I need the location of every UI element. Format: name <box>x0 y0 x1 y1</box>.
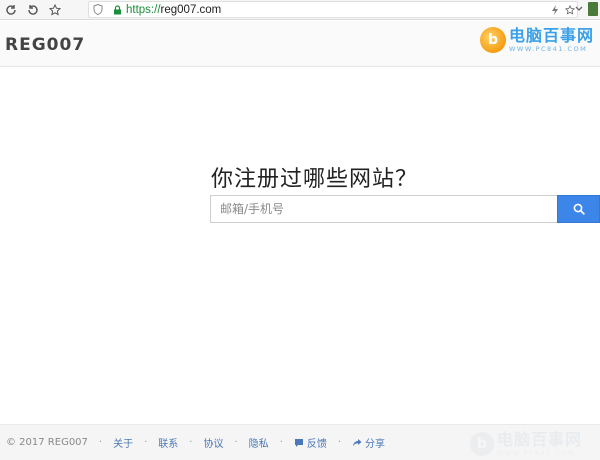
feedback-label: 反馈 <box>306 439 327 450</box>
footer-separator: · <box>189 437 193 448</box>
watermark-badge: b <box>479 27 506 53</box>
watermark-logo: b 电脑百事网 WWW.PC841.COM <box>479 26 594 54</box>
reload-icon <box>6 4 16 15</box>
watermark-text: 电脑百事网 WWW.PC841.COM <box>496 430 582 458</box>
url-host: reg007.com <box>160 3 222 16</box>
footer-link-feedback[interactable]: 反馈 <box>294 435 327 450</box>
watermark-logo-footer: b 电脑百事网 WWW.PC841.COM <box>469 430 582 458</box>
extension-icon[interactable] <box>588 2 598 16</box>
reload-button[interactable] <box>0 0 22 20</box>
star-icon <box>49 3 61 15</box>
watermark-title: 电脑百事网 <box>496 430 582 449</box>
site-footer: © 2017 REG007 · 关于 · 联系 · 协议 · 隐私 · 反馈 ·… <box>0 424 600 460</box>
back-icon <box>28 4 38 15</box>
page-title: 你注册过哪些网站？ <box>211 167 419 192</box>
url-scheme: https:// <box>126 3 161 16</box>
watermark-text: 电脑百事网 WWW.PC841.COM <box>508 26 594 54</box>
lightning-icon[interactable] <box>550 4 560 15</box>
footer-separator: · <box>98 437 103 448</box>
lock-icon <box>114 4 121 14</box>
page: https://reg007.com REG007 b 电脑百事网 WWW.PC… <box>0 0 600 460</box>
search-form <box>210 195 600 223</box>
search-button[interactable] <box>557 195 600 223</box>
footer-link-about[interactable]: 关于 <box>113 435 133 450</box>
comment-icon <box>294 438 303 447</box>
favorite-button[interactable] <box>44 0 66 20</box>
shield-icon <box>93 4 103 15</box>
watermark-url: WWW.PC841.COM <box>496 449 576 457</box>
footer-link-privacy[interactable]: 隐私 <box>249 435 269 450</box>
share-label: 分享 <box>365 439 386 450</box>
back-button[interactable] <box>22 0 44 20</box>
copyright-text: © 2017 REG007 <box>6 437 88 448</box>
share-icon <box>353 438 362 446</box>
footer-separator: · <box>279 437 283 448</box>
footer-separator: · <box>234 437 238 448</box>
address-bar-icons <box>550 2 575 17</box>
footer-link-share[interactable]: 分享 <box>352 435 385 450</box>
dropdown-icon[interactable] <box>574 4 584 14</box>
footer-separator: · <box>144 437 148 448</box>
footer-separator: · <box>337 437 342 448</box>
watermark-url: WWW.PC841.COM <box>508 45 588 53</box>
footer-link-contact[interactable]: 联系 <box>158 435 178 450</box>
watermark-badge: b <box>469 432 494 456</box>
site-header: REG007 b 电脑百事网 WWW.PC841.COM <box>0 21 600 67</box>
footer-link-agreement[interactable]: 协议 <box>203 435 223 450</box>
browser-toolbar: https://reg007.com <box>0 0 600 20</box>
watermark-title: 电脑百事网 <box>508 26 594 45</box>
address-bar[interactable]: https://reg007.com <box>88 1 578 18</box>
site-logo[interactable]: REG007 <box>5 35 85 55</box>
browser-extensions <box>574 2 598 16</box>
search-icon <box>573 203 585 215</box>
search-input[interactable] <box>210 195 557 223</box>
